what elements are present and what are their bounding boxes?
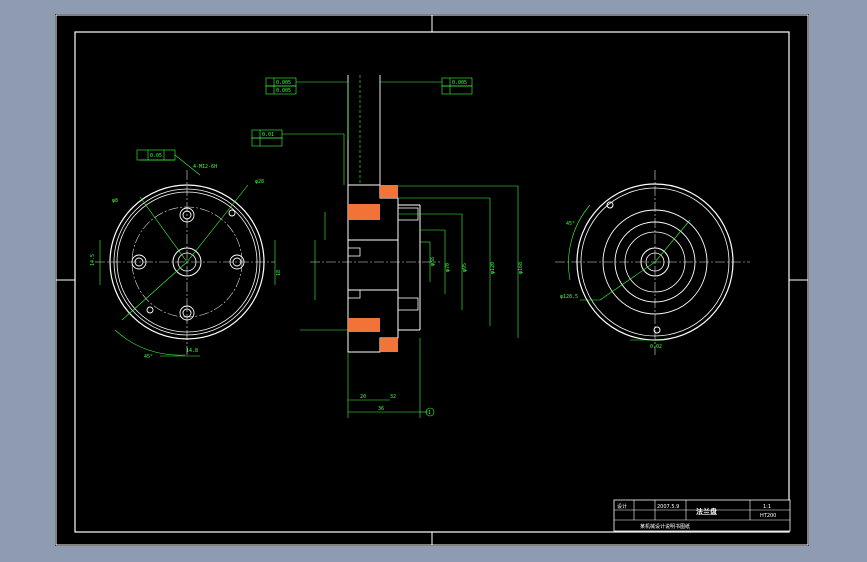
tb-date: 2007.5.9 [657, 504, 679, 510]
tb-project: 某机械设计说明书图纸 [640, 523, 690, 530]
gtol-4-value: 0.01 [262, 132, 274, 138]
dim-d5: φ168 [518, 262, 524, 274]
drawing-sheet: 4-M12-6H φ28 φ8 14.5 18 14.8 45° 0.05 0.… [55, 14, 809, 546]
label-dia-a: φ28 [255, 179, 264, 185]
dim-d3: φ95 [462, 263, 468, 272]
tb-drawn-by: 设计 [617, 503, 627, 510]
dim-len-a: 20 [360, 394, 366, 400]
dim-len-b: 32 [390, 394, 396, 400]
right-dia-label: φ128.5 [560, 294, 578, 300]
label-bolt-circle: 4-M12-6H [193, 164, 217, 170]
label-dia-b: φ8 [112, 198, 118, 204]
label-dim-bot: 14.8 [186, 348, 198, 354]
label-dim-right: 18 [276, 270, 282, 276]
dim-d4: φ120 [490, 262, 496, 274]
gtol-2-value: 0.005 [276, 88, 291, 94]
tb-material: HT200 [760, 513, 776, 519]
label-dim-left: 14.5 [90, 254, 96, 266]
gtol-1-value: 0.005 [276, 80, 291, 86]
right-angle-label: 45° [566, 221, 575, 227]
label-angle: 45° [144, 354, 153, 360]
dim-d2: φ70 [445, 263, 451, 272]
dim-d1: φ38 [430, 257, 436, 266]
paper [55, 14, 809, 546]
gtol-3-value: 0.005 [452, 80, 467, 86]
right-tol-label: 0.02 [650, 344, 662, 350]
tb-scale: 1:1 [763, 504, 771, 510]
tb-part-name: 法兰盘 [696, 507, 717, 516]
dim-total: 36 [378, 406, 384, 412]
title-block: 设计 2007.5.9 法兰盘 1:1 HT200 某机械设计说明书图纸 [613, 499, 791, 532]
label-gtol-value: 0.05 [150, 153, 162, 159]
balloon-number: 1 [428, 410, 431, 416]
drawing-viewport[interactable]: 4-M12-6H φ28 φ8 14.5 18 14.8 45° 0.05 0.… [0, 0, 867, 562]
